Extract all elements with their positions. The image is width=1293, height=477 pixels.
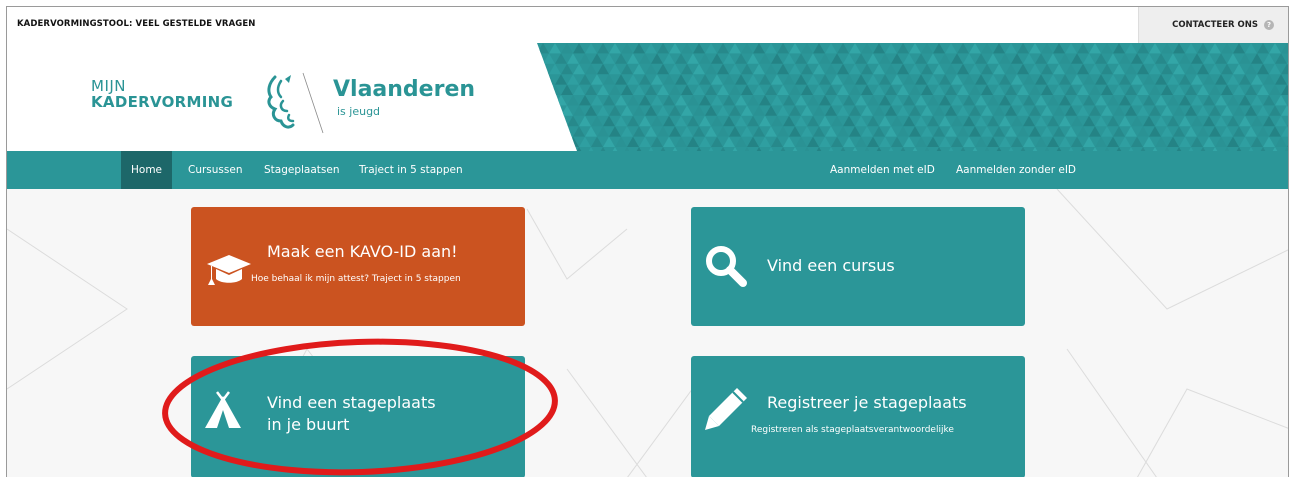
find-course-card[interactable]: Vind een cursus bbox=[691, 207, 1025, 326]
card-title-line-2: in je buurt bbox=[267, 415, 350, 434]
vlaanderen-title: Vlaanderen bbox=[333, 77, 476, 102]
find-internship-card[interactable]: Vind een stageplaats in je buurt bbox=[191, 356, 525, 477]
logo-line-2: KADERVORMING bbox=[91, 93, 234, 111]
card-subtitle: Registreren als stageplaatsverantwoordel… bbox=[751, 425, 954, 435]
card-title: Registreer je stageplaats bbox=[767, 393, 967, 412]
graduation-cap-icon bbox=[207, 255, 251, 285]
search-icon bbox=[706, 246, 747, 287]
pencil-icon bbox=[705, 388, 747, 430]
logo-line-1: MIJN bbox=[91, 77, 127, 95]
nav-login-no-eid[interactable]: Aanmelden zonder eID bbox=[956, 151, 1076, 189]
register-internship-card[interactable]: Registreer je stageplaats Registreren al… bbox=[691, 356, 1025, 477]
card-title-line-1: Vind een stageplaats bbox=[267, 393, 436, 412]
nav-home[interactable]: Home bbox=[121, 151, 173, 189]
nav-cursussen[interactable]: Cursussen bbox=[188, 151, 242, 189]
create-kavo-id-card[interactable]: Maak een KAVO-ID aan! Hoe behaal ik mijn… bbox=[191, 207, 525, 326]
contact-button[interactable]: CONTACTEER ONS ? bbox=[1138, 7, 1288, 43]
card-subtitle: Hoe behaal ik mijn attest? Traject in 5 … bbox=[251, 274, 461, 284]
main-content: Maak een KAVO-ID aan! Hoe behaal ik mijn… bbox=[7, 189, 1288, 477]
nav-traject[interactable]: Traject in 5 stappen bbox=[359, 151, 463, 189]
nav-login-eid[interactable]: Aanmelden met eID bbox=[830, 151, 935, 189]
vlaanderen-subtitle: is jeugd bbox=[337, 105, 381, 118]
contact-label: CONTACTEER ONS bbox=[1172, 20, 1258, 30]
kadervorming-logo[interactable]: MIJN KADERVORMING bbox=[91, 78, 233, 110]
card-title: Maak een KAVO-ID aan! bbox=[267, 242, 458, 261]
nav-stageplaatsen[interactable]: Stageplaatsen bbox=[264, 151, 340, 189]
help-icon: ? bbox=[1264, 20, 1274, 30]
flemish-lion-icon bbox=[267, 72, 324, 134]
main-nav: Home Cursussen Stageplaatsen Traject in … bbox=[7, 151, 1288, 189]
faq-title: KADERVORMINGSTOOL: VEEL GESTELDE VRAGEN bbox=[17, 19, 256, 29]
top-bar: KADERVORMINGSTOOL: VEEL GESTELDE VRAGEN … bbox=[7, 7, 1288, 44]
tent-icon bbox=[205, 391, 241, 428]
card-title: Vind een cursus bbox=[767, 256, 895, 275]
browser-frame: KADERVORMINGSTOOL: VEEL GESTELDE VRAGEN … bbox=[6, 6, 1289, 477]
site-header: MIJN KADERVORMING Vlaanderen is jeugd bbox=[7, 43, 1288, 151]
